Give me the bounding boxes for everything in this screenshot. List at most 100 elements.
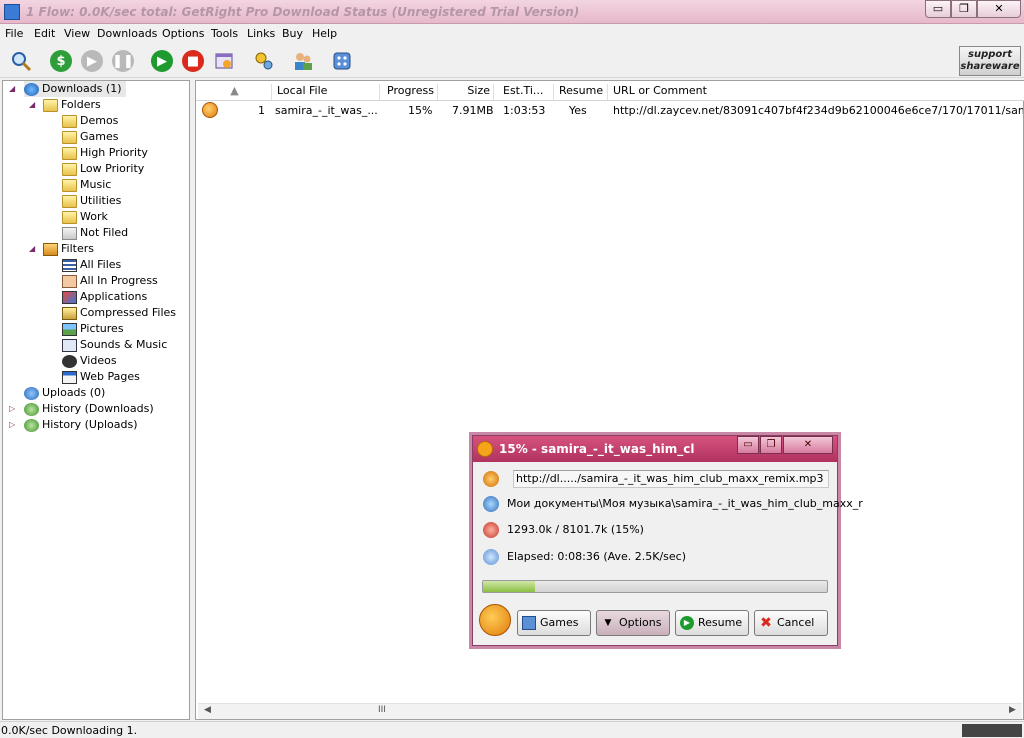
tree-item-compressed-files[interactable]: Compressed Files [62,305,176,321]
support-label: support [968,49,1012,60]
support-shareware-badge[interactable]: support shareware [959,46,1021,76]
tree-item-pictures[interactable]: Pictures [62,321,124,337]
stop-icon[interactable]: ■ [180,48,206,74]
dialog-minimize-button[interactable]: ▭ [737,436,759,454]
dialog-close-button[interactable]: ✕ [783,436,833,454]
tree-item-filters[interactable]: Filters [43,241,94,257]
status-indicator [962,724,1022,737]
expand-icon[interactable]: ▷ [9,401,17,417]
games-label: Games [540,616,579,629]
folder-icon [62,210,77,224]
menu-downloads[interactable]: Downloads [97,27,157,40]
getright-icon [477,441,493,457]
menu-view[interactable]: View [64,27,90,40]
tree-item-low-priority[interactable]: Low Priority [62,161,144,177]
tree-label: Work [80,210,108,223]
sort-arrow-icon[interactable]: ▲ [198,84,272,100]
settings-icon[interactable] [251,48,277,74]
collapse-icon[interactable]: ◢ [9,81,17,97]
getright-logo-icon [479,604,511,636]
dollar-icon[interactable]: $ [48,48,74,74]
tree-item-history-downloads[interactable]: History (Downloads) [24,401,154,417]
stopwatch-icon [483,549,499,565]
games-button[interactable]: Games [517,610,591,636]
folder-icon [62,130,77,144]
column-url[interactable]: URL or Comment [610,84,1022,100]
tree-item-high-priority[interactable]: High Priority [62,145,148,161]
column-local-file[interactable]: Local File [274,84,380,100]
resume-button[interactable]: ▶ Resume [675,610,749,636]
dialog-maximize-button[interactable]: ❐ [760,436,782,454]
status-text: 0.0K/sec Downloading 1. [1,724,138,737]
menu-buy[interactable]: Buy [282,27,303,40]
scroll-grip[interactable]: III [378,705,386,715]
column-progress[interactable]: Progress [384,84,438,100]
menu-help[interactable]: Help [312,27,337,40]
play-icon[interactable]: ▶ [79,48,105,74]
disk-icon [483,496,499,512]
tree-item-demos[interactable]: Demos [62,113,118,129]
title-bar: 1 Flow: 0.0K/sec total: GetRight Pro Dow… [0,0,1024,24]
tree-item-downloads[interactable]: Downloads (1) [24,81,126,97]
tree-label: Not Filed [80,226,129,239]
tree-label: History (Uploads) [42,418,138,431]
toolbar: $ ▶ ❚❚ ▶ ■ support shareware [0,44,1024,78]
tree-item-folders[interactable]: Folders [43,97,101,113]
options-button[interactable]: ▼ Options [596,610,670,636]
category-tree: ◢ Downloads (1) ◢ Folders Demos Games Hi… [2,80,190,720]
pause-icon[interactable]: ❚❚ [110,48,136,74]
column-resume[interactable]: Resume [556,84,608,100]
chevron-down-icon: ▼ [604,618,612,628]
dialog-url-field[interactable]: http://dl...../samira_-_it_was_him_club_… [513,470,829,488]
row-file: samira_-_it_was_... [275,104,378,117]
collapse-icon[interactable]: ◢ [29,97,37,113]
cancel-button[interactable]: ✖ Cancel [754,610,828,636]
tree-item-work[interactable]: Work [62,209,108,225]
folder-icon [62,162,77,176]
tree-item-sounds-music[interactable]: Sounds & Music [62,337,167,353]
search-icon[interactable] [8,48,34,74]
menu-tools[interactable]: Tools [211,27,238,40]
minimize-button[interactable]: ▭ [925,0,951,18]
window-icon[interactable] [211,48,237,74]
close-button[interactable]: ✕ [977,0,1021,18]
column-est-time[interactable]: Est.Ti... [500,84,554,100]
tree-item-music[interactable]: Music [62,177,111,193]
tree-label: All Files [80,258,122,271]
menu-file[interactable]: File [5,27,23,40]
tree-item-videos[interactable]: Videos [62,353,117,369]
menu-options[interactable]: Options [162,27,204,40]
dice-icon[interactable] [329,48,355,74]
menu-edit[interactable]: Edit [34,27,55,40]
horizontal-scrollbar[interactable]: ◀ III ▶ [198,703,1022,719]
expand-icon[interactable]: ▷ [9,417,17,433]
maximize-button[interactable]: ❐ [951,0,977,18]
row-progress: 15% [408,104,433,117]
resume-icon[interactable]: ▶ [149,48,175,74]
list-icon [62,258,77,272]
tree-item-utilities[interactable]: Utilities [62,193,121,209]
scroll-right-icon[interactable]: ▶ [1009,705,1016,715]
tree-item-uploads[interactable]: Uploads (0) [24,385,105,401]
column-size[interactable]: Size [440,84,494,100]
folder-icon [62,146,77,160]
tree-item-web-pages[interactable]: Web Pages [62,369,140,385]
collapse-icon[interactable]: ◢ [29,241,37,257]
tree-item-all-in-progress[interactable]: All In Progress [62,273,158,289]
tree-label: Games [80,130,119,143]
people-icon[interactable] [290,48,316,74]
dialog-url-row [483,469,507,489]
tree-label: Videos [80,354,117,367]
row-resume: Yes [569,104,587,117]
scroll-left-icon[interactable]: ◀ [204,705,211,715]
tree-item-games[interactable]: Games [62,129,118,145]
tree-item-history-uploads[interactable]: History (Uploads) [24,417,138,433]
tree-item-not-filed[interactable]: Not Filed [62,225,128,241]
music-icon [62,338,77,352]
menu-links[interactable]: Links [247,27,275,40]
tree-item-applications[interactable]: Applications [62,289,147,305]
close-icon: ✖ [760,615,772,631]
tree-label: Low Priority [80,162,145,175]
tree-item-all-files[interactable]: All Files [62,257,121,273]
application-icon [62,290,77,304]
